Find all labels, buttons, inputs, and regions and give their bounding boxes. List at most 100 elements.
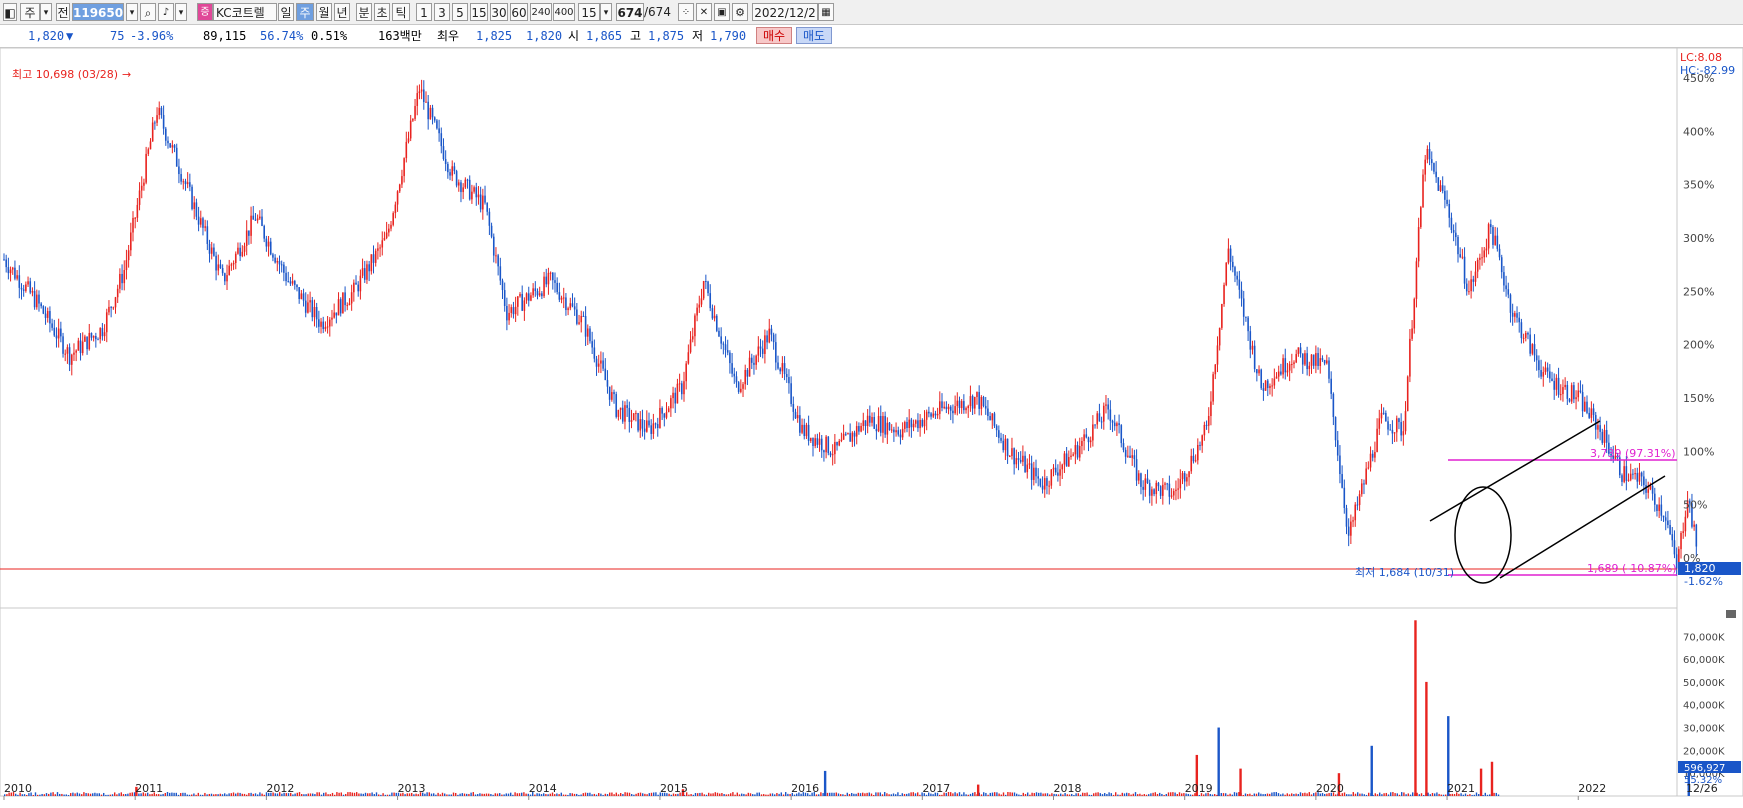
volume-bar bbox=[639, 792, 642, 796]
volume-bar bbox=[45, 793, 48, 796]
volume-bar bbox=[1264, 793, 1266, 796]
volume-bar bbox=[210, 793, 213, 796]
volume-bar bbox=[175, 792, 177, 796]
interval-1[interactable]: 1 bbox=[416, 3, 432, 21]
interval-240[interactable]: 240 bbox=[530, 3, 552, 21]
volume-bar bbox=[459, 793, 461, 796]
price-y-tick-label: 400% bbox=[1683, 125, 1714, 138]
candle bbox=[702, 280, 705, 301]
chevron-down-icon[interactable]: ▾ bbox=[600, 3, 612, 21]
candle bbox=[1406, 375, 1409, 412]
candle bbox=[42, 305, 45, 315]
volume-bar bbox=[584, 792, 587, 796]
period-second[interactable]: 초 bbox=[374, 3, 390, 21]
speaker-icon[interactable]: ♪ bbox=[158, 3, 174, 21]
volume-bar bbox=[703, 794, 705, 796]
volume-bar bbox=[1398, 794, 1401, 796]
stock-chart[interactable]: 0%50%100%150%200%250%300%350%400%450% 10… bbox=[0, 47, 1743, 804]
volume-bar bbox=[1121, 792, 1123, 796]
volume-bar bbox=[127, 793, 129, 796]
volume-bar bbox=[371, 792, 373, 796]
volume-bar bbox=[325, 792, 327, 796]
code-input[interactable]: 119650 bbox=[72, 3, 124, 21]
interval-400[interactable]: 400 bbox=[553, 3, 575, 21]
interval-60[interactable]: 60 bbox=[510, 3, 528, 21]
high-price: 1,875 bbox=[648, 29, 685, 43]
volume-bar bbox=[903, 793, 906, 796]
x-tick-label: 2021 bbox=[1447, 782, 1475, 795]
cross-icon[interactable]: ✕ bbox=[696, 3, 712, 21]
volume-bar bbox=[1427, 792, 1429, 796]
chevron-down-icon[interactable]: ▾ bbox=[175, 3, 187, 21]
interval-15[interactable]: 15 bbox=[470, 3, 488, 21]
volume-bar bbox=[562, 794, 565, 796]
volume-bar bbox=[1095, 792, 1097, 796]
period-year[interactable]: 년 bbox=[334, 3, 350, 21]
buy-button[interactable]: 매수 bbox=[756, 27, 792, 44]
market-select[interactable]: 주 bbox=[20, 3, 40, 21]
range-input[interactable]: 674 bbox=[616, 3, 644, 21]
volume-bar bbox=[78, 793, 81, 796]
volume-bar bbox=[1143, 794, 1145, 796]
volume-bar bbox=[1387, 794, 1390, 796]
volume-bar bbox=[1438, 793, 1440, 796]
volume-bar bbox=[576, 793, 578, 796]
volume-bar bbox=[1176, 794, 1178, 796]
period-month[interactable]: 월 bbox=[316, 3, 332, 21]
calendar-icon[interactable]: ▦ bbox=[818, 3, 834, 21]
volume-bar bbox=[74, 793, 76, 796]
volume-bar bbox=[50, 792, 52, 796]
interval-3[interactable]: 3 bbox=[434, 3, 450, 21]
interval-5[interactable]: 5 bbox=[452, 3, 468, 21]
chevron-down-icon[interactable]: ▾ bbox=[40, 3, 52, 21]
volume-bar bbox=[37, 794, 39, 796]
volume-bar bbox=[1046, 793, 1049, 796]
volume-bar bbox=[939, 794, 941, 796]
search-icon[interactable]: ⌕ bbox=[140, 3, 156, 21]
period-minute[interactable]: 분 bbox=[356, 3, 372, 21]
volume-bar bbox=[633, 794, 635, 796]
volume-bar bbox=[1269, 793, 1271, 796]
volume-bar bbox=[342, 794, 345, 796]
high-label: 고 bbox=[630, 29, 642, 43]
period-week[interactable]: 주 bbox=[296, 3, 314, 21]
volume-bar bbox=[1396, 793, 1398, 796]
period-tick[interactable]: 틱 bbox=[392, 3, 410, 21]
volume-bar bbox=[384, 794, 386, 796]
volume-bar bbox=[892, 793, 895, 796]
volume-bar bbox=[1383, 793, 1385, 796]
volume-bar bbox=[1112, 794, 1115, 796]
volume-bar bbox=[701, 792, 703, 796]
volume-bar bbox=[774, 794, 776, 796]
volume-bar bbox=[1137, 794, 1139, 796]
volume-bar bbox=[118, 793, 120, 796]
gear-icon[interactable]: ⚙ bbox=[732, 3, 748, 21]
interval-30[interactable]: 30 bbox=[490, 3, 508, 21]
count-input[interactable]: 15 bbox=[578, 3, 600, 21]
save-icon[interactable]: ▣ bbox=[714, 3, 730, 21]
range-total: /674 bbox=[644, 5, 671, 19]
volume-bar bbox=[65, 794, 67, 796]
volume-bar bbox=[521, 792, 523, 796]
volume-bar bbox=[963, 792, 965, 796]
layout-icon[interactable]: ◧ bbox=[3, 3, 17, 21]
period-day[interactable]: 일 bbox=[278, 3, 294, 21]
trade-amount: 163백만 bbox=[378, 29, 422, 43]
chevron-down-icon[interactable]: ▾ bbox=[126, 3, 138, 21]
volume-bar bbox=[1429, 794, 1431, 796]
volume-bar bbox=[1258, 792, 1260, 796]
panel-close-icon[interactable] bbox=[1726, 610, 1736, 618]
volume-bar bbox=[600, 793, 602, 796]
volume-bar bbox=[1086, 792, 1088, 796]
volume-bar bbox=[560, 792, 562, 796]
volume-bar bbox=[455, 792, 457, 796]
type-select[interactable]: 전 bbox=[56, 3, 70, 21]
volume-bar bbox=[217, 794, 219, 796]
volume-bar bbox=[1363, 794, 1365, 796]
sell-button[interactable]: 매도 bbox=[796, 27, 832, 44]
volume-bar bbox=[615, 792, 617, 796]
dots-icon[interactable]: ⁘ bbox=[678, 3, 694, 21]
volume-bar bbox=[523, 792, 525, 796]
volume-bar bbox=[1132, 793, 1134, 796]
date-input[interactable]: 2022/12/2 bbox=[752, 3, 818, 21]
